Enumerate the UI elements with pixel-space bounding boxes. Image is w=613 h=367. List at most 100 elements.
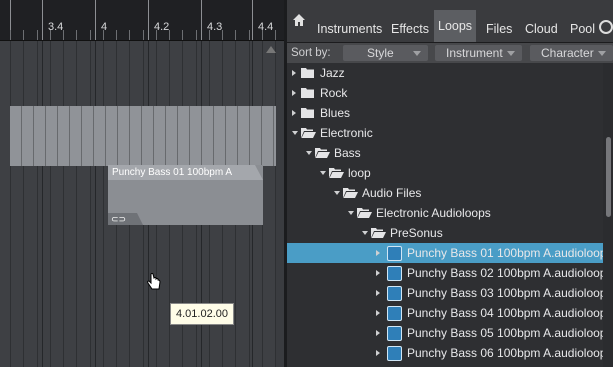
sort-instrument-button[interactable]: Instrument — [435, 45, 522, 61]
browser-panel: Instruments Effects Loops Files Cloud Po… — [287, 0, 613, 367]
grid-line — [275, 41, 276, 367]
ruler-minor-tick — [129, 30, 130, 40]
tree-folder-row[interactable]: Rock — [287, 83, 603, 103]
tree-folder-row[interactable]: PreSonus — [287, 223, 603, 243]
tree-folder-row[interactable]: Bass — [287, 143, 603, 163]
bar-grid-line — [95, 41, 96, 367]
disclosure-open-icon[interactable] — [320, 171, 326, 175]
ruler-tick — [148, 0, 149, 40]
disclosure-closed-icon[interactable] — [292, 70, 296, 76]
audioloop-icon — [387, 346, 402, 361]
tree-folder-row[interactable]: Blues — [287, 103, 603, 123]
sort-character-button[interactable]: Character — [530, 45, 613, 61]
tab-pool[interactable]: Pool — [570, 13, 595, 41]
tab-label: Effects — [391, 22, 429, 36]
sort-button-label: Character — [541, 46, 594, 60]
ruler-minor-tick — [76, 30, 77, 40]
bar-grid-line — [42, 41, 43, 367]
home-icon[interactable] — [293, 14, 305, 26]
tab-files[interactable]: Files — [486, 13, 512, 41]
disclosure-open-icon[interactable] — [334, 191, 340, 195]
grid-line — [90, 41, 91, 367]
folder-icon — [357, 208, 372, 218]
audioloop-icon — [387, 246, 402, 261]
tree-folder-row[interactable]: Electronic Audioloops — [287, 203, 603, 223]
grid-line — [23, 41, 24, 367]
tree-item-label: loop — [348, 166, 371, 180]
tab-label: Loops — [438, 19, 473, 33]
timeline-ruler[interactable]: 3.4 4 4.2 4.3 4.4 — [0, 0, 284, 41]
folder-icon — [301, 88, 314, 98]
tree-item-label: Blues — [320, 106, 351, 120]
ruler-minor-tick — [249, 30, 250, 40]
tab-effects[interactable]: Effects — [391, 13, 429, 41]
audio-event-clip[interactable] — [10, 106, 276, 166]
ruler-minor-tick — [116, 30, 117, 40]
audioloop-icon — [387, 266, 402, 281]
tree-item-label: Punchy Bass 03 100bpm A.audioloop — [407, 286, 607, 300]
disclosure-closed-icon[interactable] — [376, 270, 380, 276]
disclosure-closed-icon[interactable] — [376, 310, 380, 316]
disclosure-open-icon[interactable] — [362, 231, 368, 235]
sort-style-button[interactable]: Style — [343, 45, 428, 61]
chevron-down-icon — [413, 51, 421, 56]
ruler-minor-tick — [50, 30, 51, 40]
tree-file-row[interactable]: Punchy Bass 03 100bpm A.audioloop — [287, 283, 607, 303]
tree-folder-row[interactable]: Jazz — [287, 63, 603, 83]
search-icon[interactable] — [599, 20, 613, 34]
tab-label: Pool — [570, 22, 596, 36]
ruler-label: 4 — [101, 21, 108, 33]
tab-label: Cloud — [525, 22, 558, 36]
disclosure-closed-icon[interactable] — [376, 350, 380, 356]
tree-file-row[interactable]: Punchy Bass 01 100bpm A.audioloop — [287, 243, 606, 263]
disclosure-closed-icon[interactable] — [292, 110, 296, 116]
grid-line — [37, 41, 38, 367]
scroll-up-icon[interactable] — [266, 46, 276, 53]
scrollbar-thumb[interactable] — [606, 137, 611, 217]
loop-drop-preview-clip[interactable]: Punchy Bass 01 100bpm A ⊂⊃ — [108, 165, 263, 225]
tab-instruments[interactable]: Instruments — [317, 13, 382, 41]
ruler-minor-tick — [90, 30, 91, 40]
disclosure-open-icon[interactable] — [306, 151, 312, 155]
tree-file-row[interactable]: Punchy Bass 04 100bpm A.audioloop — [287, 303, 606, 323]
tree-folder-row[interactable]: loop — [287, 163, 603, 183]
sort-button-label: Instrument — [446, 46, 503, 60]
grid-line — [10, 41, 11, 367]
tree-file-row[interactable]: Punchy Bass 02 100bpm A.audioloop — [287, 263, 606, 283]
arrange-view[interactable]: 3.4 4 4.2 4.3 4.4 Punchy Bass 01 100bpm A ⊂⊃… — [0, 0, 284, 367]
tree-file-row[interactable]: Punchy Bass 06 100bpm A.audioloop — [287, 343, 607, 363]
tree-file-row[interactable]: Punchy Bass 05 100bpm A.audioloop — [287, 323, 606, 343]
audioloop-icon — [387, 306, 402, 321]
track-lane-area[interactable]: Punchy Bass 01 100bpm A ⊂⊃ 4.01.02.00 — [0, 41, 276, 367]
chevron-down-icon — [598, 51, 606, 56]
ruler-tick — [95, 0, 96, 40]
ruler-minor-tick — [37, 30, 38, 40]
tab-loops[interactable]: Loops — [434, 10, 477, 42]
hand-cursor-icon — [147, 273, 161, 290]
tree-item-label: PreSonus — [390, 226, 443, 240]
ruler-minor-tick — [275, 30, 276, 40]
disclosure-open-icon[interactable] — [292, 131, 298, 135]
disclosure-closed-icon[interactable] — [376, 250, 380, 256]
ruler-tick — [42, 0, 43, 40]
browser-tab-bar: Instruments Effects Loops Files Cloud Po… — [287, 0, 613, 43]
loop-tree: Jazz Rock Blues Electronic Bass loop Audio Fil… — [287, 63, 607, 367]
clip-name-label: Punchy Bass 01 100bpm A — [108, 165, 263, 180]
ruler-minor-tick — [156, 30, 157, 40]
disclosure-closed-icon[interactable] — [376, 330, 380, 336]
tab-cloud[interactable]: Cloud — [525, 13, 558, 41]
ruler-minor-tick — [10, 30, 11, 40]
folder-icon — [301, 108, 314, 118]
tree-folder-row[interactable]: Electronic — [287, 123, 603, 143]
chevron-down-icon — [507, 51, 515, 56]
tree-item-label: Punchy Bass 06 100bpm A.audioloop — [407, 346, 607, 360]
tree-item-label: Electronic — [320, 126, 373, 140]
disclosure-closed-icon[interactable] — [376, 290, 380, 296]
tree-folder-row[interactable]: Audio Files — [287, 183, 603, 203]
disclosure-closed-icon[interactable] — [292, 90, 296, 96]
vertical-scrollbar[interactable] — [603, 63, 613, 367]
tab-label: Instruments — [317, 22, 383, 36]
disclosure-open-icon[interactable] — [348, 211, 354, 215]
tree-item-label: Rock — [320, 86, 348, 100]
ruler-minor-tick — [103, 30, 104, 40]
